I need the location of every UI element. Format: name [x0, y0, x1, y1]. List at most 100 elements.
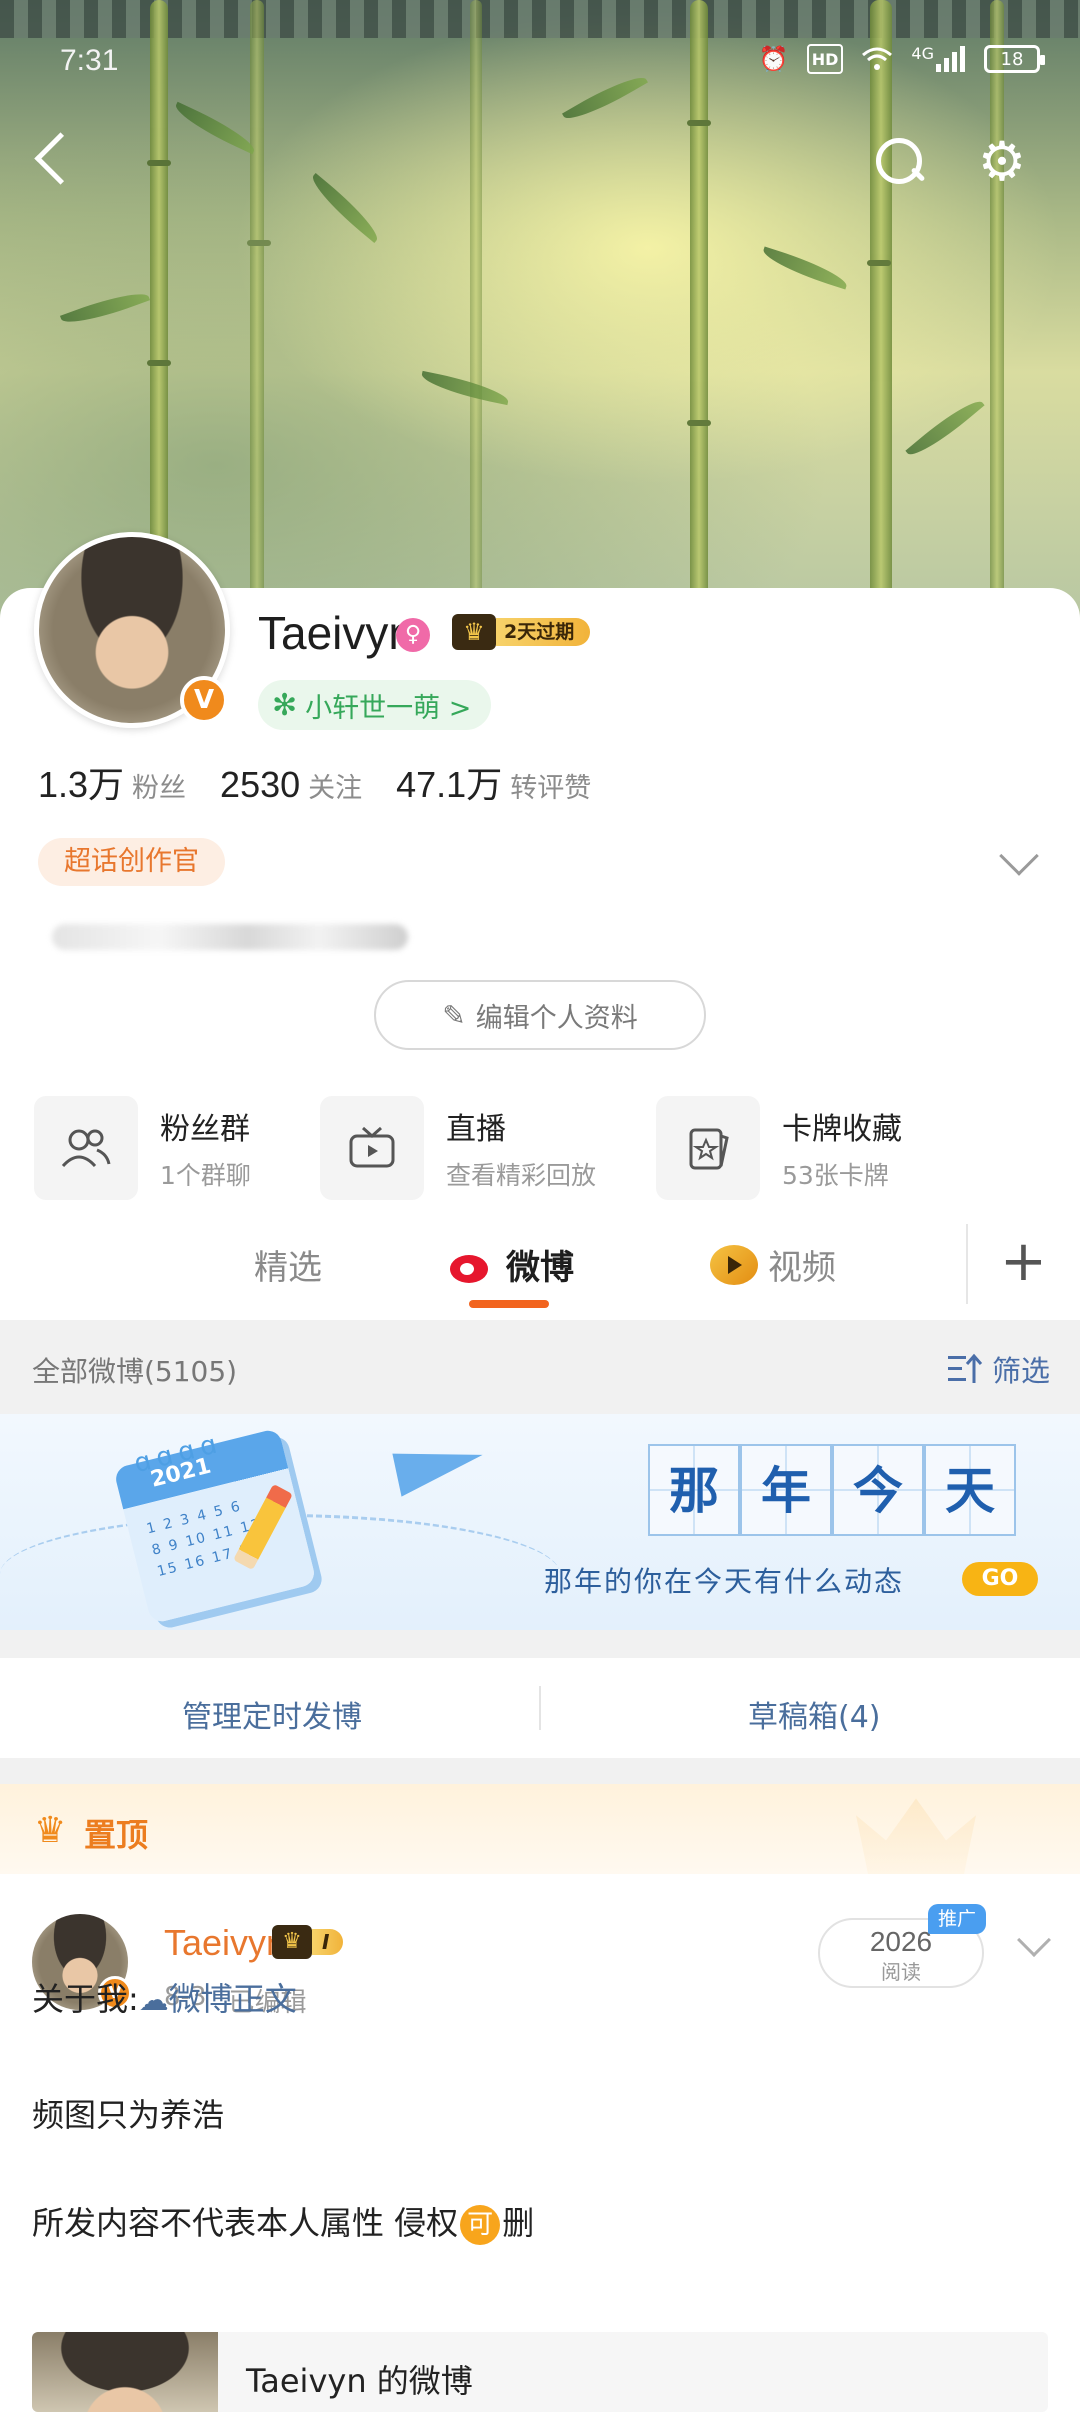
- group-pill[interactable]: ✻ 小轩世一萌 >: [258, 680, 492, 730]
- vip-level: I: [312, 1929, 344, 1955]
- drafts-button[interactable]: 草稿箱(4): [748, 1692, 881, 1736]
- profile-name: Taeivyn: [258, 607, 414, 659]
- bamboo-leaf: [305, 172, 385, 244]
- bamboo-leaf: [59, 285, 151, 331]
- profile-stats: 1.3万 粉丝 2530 关注 47.1万 转评赞: [38, 756, 591, 808]
- crown-decoration-icon: [856, 1798, 976, 1874]
- link-cloud-icon: ☁: [138, 1983, 169, 2018]
- video-play-icon: [710, 1244, 758, 1285]
- verified-badge-icon: V: [180, 676, 228, 724]
- link-card-title: Taeivyn 的微博: [246, 2362, 473, 2400]
- vip-badge-text: 2天过期: [496, 618, 591, 646]
- tab-video[interactable]: 视频: [710, 1240, 836, 1289]
- settings-icon[interactable]: ⚙: [974, 134, 1030, 190]
- content-tabs: 精选 微博 视频: [0, 1222, 1080, 1318]
- tab-weibo[interactable]: 微博: [448, 1240, 574, 1289]
- stat-label: 关注: [308, 773, 363, 804]
- edit-profile-button[interactable]: ✎ 编辑个人资料: [374, 980, 706, 1050]
- group-pill-label: 小轩世一萌 >: [305, 692, 472, 724]
- feature-subtitle: 查看精彩回放: [446, 1161, 597, 1190]
- post-link[interactable]: 微博正文: [169, 1980, 297, 2018]
- post-line: 关于我:☁微博正文: [32, 1974, 297, 2020]
- feature-title: 直播: [446, 1112, 506, 1147]
- live-tv-icon: [320, 1096, 424, 1200]
- tab-label: 视频: [768, 1248, 836, 1288]
- vip-crown-icon: ♛: [452, 614, 496, 650]
- pinned-header: ♛ 置顶: [0, 1784, 1080, 1874]
- post-actions-row: 管理定时发博 草稿箱(4): [0, 1658, 1080, 1758]
- post-author[interactable]: Taeivyn: [164, 1922, 286, 1964]
- section-gap: [0, 1630, 1080, 1658]
- stat-engagement[interactable]: 47.1万 转评赞: [396, 756, 591, 808]
- hd-icon: HD: [806, 44, 844, 74]
- title-char: 那: [648, 1444, 740, 1536]
- back-icon[interactable]: [30, 128, 78, 188]
- tab-divider: [966, 1224, 968, 1304]
- go-button[interactable]: GO: [962, 1562, 1038, 1596]
- bamboo-leaf: [905, 392, 985, 464]
- card-collection-icon: [656, 1096, 760, 1200]
- creator-tag[interactable]: 超话创作官: [38, 838, 225, 886]
- link-thumbnail: [32, 2332, 218, 2412]
- status-bar: 7:31 ⏰ HD 4G 18: [0, 0, 1080, 110]
- feature-row: 粉丝群 1个群聊 直播 查看精彩回放 卡牌收藏 53张卡牌: [34, 1096, 1054, 1200]
- feature-title: 粉丝群: [160, 1112, 250, 1147]
- fans-group-icon: [34, 1096, 138, 1200]
- add-tab-icon[interactable]: +: [1000, 1234, 1047, 1290]
- active-tab-indicator: [469, 1300, 549, 1308]
- feature-subtitle: 1个群聊: [160, 1161, 251, 1190]
- tab-label: 微博: [506, 1248, 574, 1288]
- pinned-label: 置顶: [84, 1816, 149, 1854]
- pencil-icon: ✎: [442, 998, 466, 1032]
- on-this-day-banner[interactable]: ɑɑɑɑ 2021 1 2 3 4 5 68 9 10 11 12 15 16 1…: [0, 1414, 1080, 1630]
- chevron-down-icon[interactable]: [1017, 1923, 1051, 1957]
- stat-fans[interactable]: 1.3万 粉丝: [38, 756, 186, 808]
- vip-badge[interactable]: ♛ 2天过期: [452, 614, 591, 650]
- battery-level: 18: [1000, 48, 1024, 70]
- title-char: 今: [832, 1444, 924, 1536]
- title-char: 天: [924, 1444, 1016, 1536]
- scheduled-posts-button[interactable]: 管理定时发博: [182, 1692, 362, 1736]
- feature-live[interactable]: 直播 查看精彩回放: [320, 1096, 596, 1200]
- embedded-link-card[interactable]: Taeivyn 的微博: [32, 2332, 1048, 2412]
- post-line: 所发内容不代表本人属性 侵权可删: [32, 2198, 534, 2245]
- filter-icon: [947, 1353, 983, 1383]
- profile-avatar[interactable]: V: [34, 532, 230, 728]
- tab-label: 精选: [254, 1248, 322, 1288]
- weibo-logo-icon: [448, 1245, 496, 1285]
- stat-value: 47.1万: [396, 764, 503, 805]
- feature-fans-group[interactable]: 粉丝群 1个群聊: [34, 1096, 251, 1200]
- alarm-icon: ⏰: [758, 45, 789, 73]
- edit-profile-label: 编辑个人资料: [475, 1002, 638, 1034]
- post-line: 频图只为养浩: [32, 2096, 225, 2134]
- pinned-post[interactable]: V Taeivyn ♛ I 8-3 已编辑 2026 阅读 推广 关于我:☁微博…: [0, 1874, 1080, 2412]
- tab-featured[interactable]: 精选: [254, 1240, 322, 1289]
- filter-button[interactable]: 筛选: [947, 1348, 1050, 1390]
- on-this-day-title: 那 年 今 天: [648, 1444, 1016, 1536]
- clover-icon: ✻: [272, 687, 298, 723]
- signal-icon: 4G: [911, 44, 966, 74]
- promote-badge[interactable]: 推广: [928, 1904, 987, 1934]
- post-line3-suffix: 删: [502, 2204, 535, 2242]
- stat-label: 转评赞: [510, 773, 592, 804]
- vip-crown-icon: ♛: [272, 1925, 312, 1959]
- ke-emoji-badge: 可: [460, 2205, 501, 2245]
- action-divider: [539, 1686, 541, 1730]
- stat-label: 粉丝: [132, 773, 187, 804]
- post-line3-prefix: 所发内容不代表本人属性 侵权: [32, 2204, 459, 2242]
- blurred-bio: [52, 924, 408, 950]
- stat-following[interactable]: 2530 关注: [220, 764, 362, 806]
- post-vip-badge: ♛ I: [272, 1924, 344, 1960]
- feature-card-collection[interactable]: 卡牌收藏 53张卡牌: [656, 1096, 902, 1200]
- bamboo-leaf: [419, 370, 511, 406]
- feature-title: 卡牌收藏: [782, 1112, 902, 1147]
- feature-subtitle: 53张卡牌: [782, 1161, 889, 1190]
- female-gender-icon: ♀: [396, 618, 430, 652]
- crown-icon: ♛: [34, 1810, 67, 1851]
- all-posts-count: 全部微博(5105): [32, 1355, 238, 1388]
- stat-value: 1.3万: [38, 764, 125, 805]
- read-label: 阅读: [881, 1960, 921, 1984]
- search-icon[interactable]: [872, 134, 928, 190]
- bamboo-leaf: [759, 246, 851, 290]
- filter-label: 筛选: [991, 1354, 1050, 1388]
